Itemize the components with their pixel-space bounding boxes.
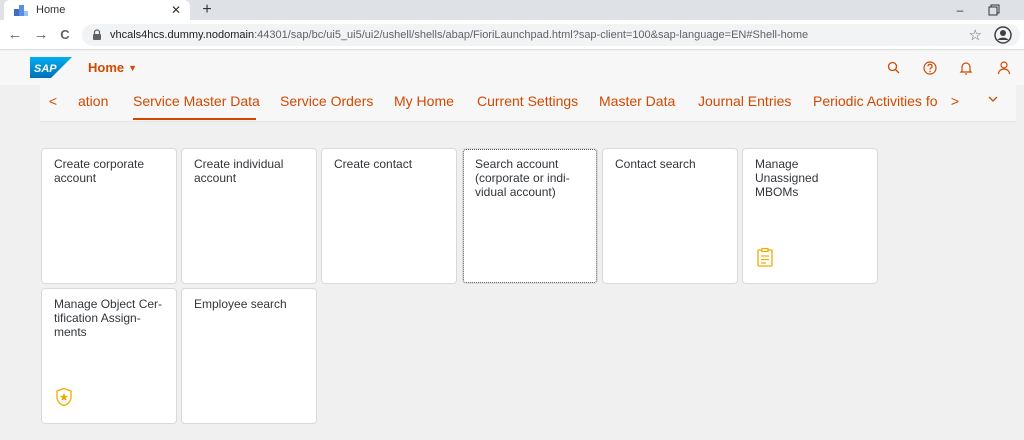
tile-create-corporate-account[interactable]: Create corporate account (41, 148, 177, 284)
svg-text:SAP: SAP (34, 63, 57, 75)
anchor-item-4[interactable]: Current Settings (477, 93, 578, 109)
back-button[interactable]: ← (6, 26, 24, 44)
tile-create-contact[interactable]: Create contact (321, 148, 457, 284)
tile-search-account[interactable]: Search account (corporate or indi-vidual… (462, 148, 598, 284)
anchor-selected-underline (133, 118, 256, 120)
browser-toolbar: ← → C vhcals4hcs.dummy.nodomain:44301/sa… (0, 20, 1024, 50)
tile-contact-search[interactable]: Contact search (602, 148, 738, 284)
anchor-item-1[interactable]: Service Master Data (133, 93, 260, 109)
tile-title: Manage Object Cer-tification Assign-ment… (54, 297, 163, 339)
badge-icon (56, 387, 72, 407)
launchpad-favicon-icon (14, 4, 28, 16)
anchor-item-5[interactable]: Master Data (599, 93, 675, 109)
profile-icon[interactable] (994, 26, 1012, 44)
tile-manage-unassigned-mboms[interactable]: Manage Unassigned MBOMs (742, 148, 878, 284)
tile-title: Create individual account (194, 157, 284, 185)
tile-title: Search account (corporate or indi-vidual… (475, 157, 570, 199)
tile-title: Manage Unassigned MBOMs (755, 157, 819, 199)
anchor-item-2[interactable]: Service Orders (280, 93, 373, 109)
sap-logo[interactable]: SAP (30, 57, 72, 78)
tile-employee-search[interactable]: Employee search (181, 288, 317, 424)
anchor-scroll-left-button[interactable]: < (46, 93, 60, 109)
url-path: :44301/sap/bc/ui5_ui5/ui2/ushell/shells/… (254, 29, 809, 41)
tile-title: Contact search (615, 157, 696, 171)
url-text: vhcals4hcs.dummy.nodomain:44301/sap/bc/u… (110, 29, 808, 41)
anchor-item-7[interactable]: Periodic Activities fo (813, 93, 938, 109)
reload-button[interactable]: C (56, 26, 74, 44)
anchor-item-0[interactable]: ation (78, 93, 108, 109)
checklist-icon (757, 247, 773, 267)
help-icon[interactable] (922, 60, 938, 76)
lock-icon[interactable] (92, 29, 102, 41)
tile-title: Create contact (334, 157, 413, 171)
tile-manage-object-certification[interactable]: Manage Object Cer-tification Assign-ment… (41, 288, 177, 424)
new-tab-button[interactable]: + (198, 1, 216, 19)
browser-tab-home[interactable]: Home ✕ (4, 0, 190, 20)
shell-bar: SAP Home ▼ (0, 51, 1024, 85)
forward-button[interactable]: → (32, 26, 50, 44)
home-menu-button[interactable]: Home ▼ (88, 60, 137, 75)
tile-title: Create corporate account (54, 157, 145, 185)
window-restore-icon[interactable] (986, 2, 1002, 18)
browser-tabstrip: Home ✕ + – (0, 0, 1024, 20)
tab-title: Home (36, 4, 66, 16)
tile-title: Employee search (194, 297, 287, 311)
anchor-item-3[interactable]: My Home (394, 93, 454, 109)
user-icon[interactable] (996, 60, 1012, 76)
window-minimize-button[interactable]: – (952, 3, 968, 17)
tile-create-individual-account[interactable]: Create individual account (181, 148, 317, 284)
caret-down-icon: ▼ (128, 62, 138, 73)
anchor-item-6[interactable]: Journal Entries (698, 93, 791, 109)
anchor-scroll-right-button[interactable]: > (948, 93, 962, 109)
home-menu-label: Home (88, 60, 125, 75)
address-bar[interactable]: vhcals4hcs.dummy.nodomain:44301/sap/bc/u… (82, 24, 1020, 46)
search-icon[interactable] (886, 60, 902, 76)
notifications-bell-icon[interactable] (958, 60, 974, 76)
anchor-navigation-bar: < ation Service Master Data Service Orde… (40, 85, 1016, 122)
anchor-overflow-clip: Periodic Activities fo (810, 85, 950, 121)
anchor-overflow-chevron-down-icon[interactable] (986, 92, 1000, 106)
tab-close-icon[interactable]: ✕ (168, 3, 184, 17)
bookmark-star-icon[interactable]: ☆ (969, 26, 982, 44)
url-host: vhcals4hcs.dummy.nodomain (110, 29, 255, 41)
